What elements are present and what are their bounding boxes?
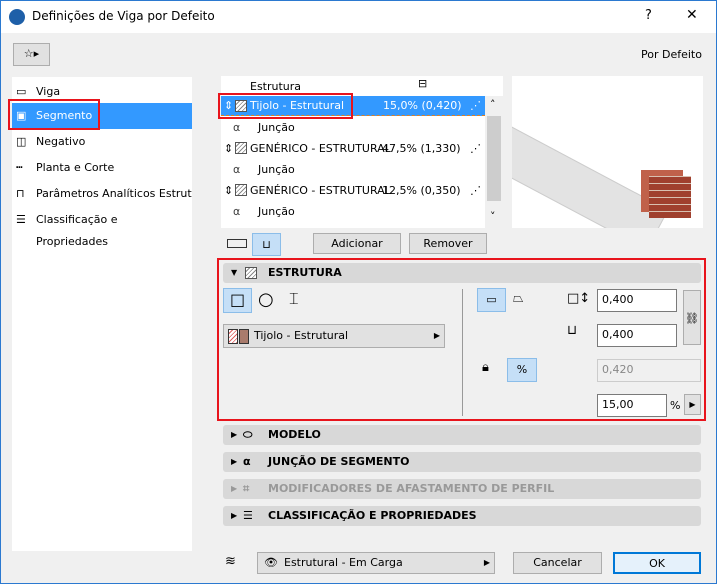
help-button[interactable]: ? [645, 8, 652, 23]
title-bar: Definições de Viga por Defeito ? ✕ [1, 1, 716, 33]
layer-icon: ≋ [225, 554, 236, 569]
classification-icon: ☰ [243, 509, 253, 522]
model-icon: ⬭ [243, 428, 253, 441]
joint-icon: ⍺ [233, 205, 241, 218]
highlight-segmento [8, 99, 100, 130]
brick-segment [649, 176, 691, 218]
panel-modelo[interactable]: ▶ ⬭ MODELO [223, 425, 701, 445]
analytic-icon: ⊓ [16, 187, 25, 200]
expand-icon: ▶ [231, 457, 238, 466]
section-title: CLASSIFICAÇÃO E PROPRIEDADES [268, 509, 477, 522]
sidebar-item-label: Viga [36, 85, 61, 98]
scroll-up-icon[interactable]: ˄ [490, 98, 496, 111]
percent-mode-icon: ⋰ [470, 142, 481, 155]
favorites-button[interactable]: ☆▸ [13, 43, 50, 66]
joint-name: Junção [258, 205, 295, 218]
percent-mode-icon: ⋰ [470, 99, 481, 112]
sidebar-item-label: Parâmetros Analíticos Estrut... [36, 187, 192, 200]
cancel-button[interactable]: Cancelar [513, 552, 602, 574]
joint-icon: ⍺ [233, 121, 241, 134]
highlight-selected-segment [218, 93, 353, 119]
scrollbar[interactable]: ˄ ˅ [485, 96, 503, 228]
profile-modifier-icon: ⌗ [243, 482, 250, 495]
section-title: JUNÇÃO DE SEGMENTO [268, 455, 410, 468]
sidebar-item-classificacao[interactable]: ☰ Classificação e Propriedades [12, 209, 192, 248]
hatch-icon [235, 184, 247, 196]
window-title: Definições de Viga por Defeito [32, 9, 215, 23]
dialog-window: Definições de Viga por Defeito ? ✕ ☆▸ Po… [0, 0, 717, 584]
drag-handle-icon[interactable]: ⇕ [224, 138, 233, 159]
preset-label: Por Defeito [641, 48, 702, 61]
list-header-structure: Estrutura [250, 80, 302, 93]
beam-shape [512, 116, 669, 228]
segment-row[interactable]: ⇕ GENÉRICO - ESTRUTURAL 12,5% (0,350) ⋰ [221, 180, 485, 201]
sidebar-item-negativo[interactable]: ◫ Negativo [12, 131, 192, 153]
segment-name: GENÉRICO - ESTRUTURAL [250, 184, 391, 197]
sidebar: ▭ Viga ▣ Segmento ◫ Negativo ┅ Planta e Cort… [12, 77, 192, 551]
drag-handle-icon[interactable]: ⇕ [224, 180, 233, 201]
expand-icon: ▶ [231, 511, 238, 520]
add-button[interactable]: Adicionar [313, 233, 401, 254]
segment-value: 47,5% (1,330) [382, 142, 461, 155]
layer-select[interactable]: 👁︎ Estrutural - Em Carga ▶ [257, 552, 495, 574]
percent-mode-icon: ⋰ [470, 184, 481, 197]
expand-icon: ▶ [231, 430, 238, 439]
length-column-icon: ⊟ [418, 77, 428, 90]
remove-button[interactable]: Remover [409, 233, 487, 254]
layer-name: Estrutural - Em Carga [284, 556, 403, 569]
segment-name: GENÉRICO - ESTRUTURAL [250, 142, 391, 155]
tapered-view-toggle[interactable]: ⊔ [252, 233, 281, 256]
ok-button[interactable]: OK [613, 552, 701, 574]
joint-name: Junção [258, 121, 295, 134]
sidebar-item-label: Planta e Corte [36, 161, 115, 174]
eye-icon: 👁︎ [264, 556, 278, 569]
hole-icon: ◫ [16, 135, 27, 148]
app-logo-icon [9, 9, 25, 25]
segment-value: 15,0% (0,420) [383, 99, 462, 112]
submenu-arrow-icon: ▶ [483, 558, 490, 567]
segment-value: 12,5% (0,350) [382, 184, 461, 197]
scroll-thumb[interactable] [487, 116, 501, 201]
expand-icon: ▶ [231, 484, 238, 493]
sidebar-item-analiticos[interactable]: ⊓ Parâmetros Analíticos Estrut... [12, 183, 192, 205]
sidebar-item-label: Classificação e Propriedades [36, 213, 118, 248]
plan-section-icon: ┅ [16, 161, 23, 174]
classification-icon: ☰ [16, 213, 26, 226]
section-title: MODELO [268, 428, 321, 441]
panel-modificadores: ▶ ⌗ MODIFICADORES DE AFASTAMENTO DE PERFIL [223, 479, 701, 499]
segment-row[interactable]: ⇕ GENÉRICO - ESTRUTURAL 47,5% (1,330) ⋰ [221, 138, 485, 159]
beam-3d-preview [512, 76, 703, 228]
panel-juncao-segmento[interactable]: ▶ ⍺ JUNÇÃO DE SEGMENTO [223, 452, 701, 472]
sidebar-item-planta[interactable]: ┅ Planta e Corte [12, 157, 192, 179]
straight-view-icon[interactable] [227, 239, 247, 248]
hatch-icon [235, 142, 247, 154]
close-button[interactable]: ✕ [686, 7, 698, 23]
sidebar-item-label: Negativo [36, 135, 86, 148]
panel-classificacao[interactable]: ▶ ☰ CLASSIFICAÇÃO E PROPRIEDADES [223, 506, 701, 526]
scroll-down-icon[interactable]: ˅ [490, 210, 496, 223]
joint-name: Junção [258, 163, 295, 176]
highlight-estrutura [217, 258, 706, 421]
joint-icon: ⍺ [243, 455, 251, 468]
joint-icon: ⍺ [233, 163, 241, 176]
section-title: MODIFICADORES DE AFASTAMENTO DE PERFIL [268, 482, 555, 495]
